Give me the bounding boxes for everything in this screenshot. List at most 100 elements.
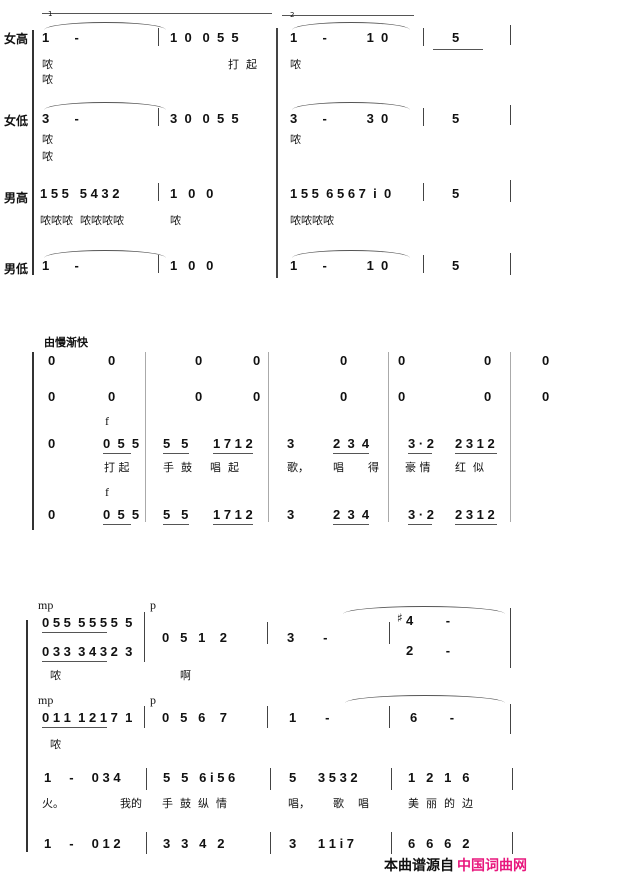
slur-mark xyxy=(345,695,505,704)
notation-text: 1 0 0 xyxy=(170,186,214,201)
notation-text: 3 - 3 0 xyxy=(290,111,389,126)
dynamic-marking: mp xyxy=(38,598,54,612)
notation-text: 1 5 5 6 5 6 7 i 0 xyxy=(290,186,392,201)
notation-text: 0 xyxy=(484,353,492,368)
dynamic-marking: mp xyxy=(38,693,54,707)
notation-text: 6 - xyxy=(410,710,455,725)
lyric-text: 豪 情 xyxy=(405,461,431,474)
barline xyxy=(158,183,159,201)
notation-text: 0 xyxy=(398,353,406,368)
notation-text: 5 5 xyxy=(163,436,189,451)
barline xyxy=(391,768,392,790)
notation-text: 0 xyxy=(195,353,203,368)
barline xyxy=(389,706,390,728)
dynamic-marking: p xyxy=(150,598,156,612)
notation-text: 0 xyxy=(48,389,56,404)
lyric-text: 哝 xyxy=(42,150,53,163)
barline xyxy=(510,25,511,45)
lyric-text: 哝 xyxy=(42,133,53,146)
slur-mark xyxy=(44,102,166,111)
beam-line xyxy=(455,453,497,454)
notation-text: 2 3 1 2 xyxy=(455,436,495,451)
beam-line xyxy=(333,453,369,454)
notation-text: 0 xyxy=(340,389,348,404)
lyric-text: 哝 xyxy=(50,669,61,682)
barline xyxy=(270,832,271,854)
notation-text: 2 3 4 xyxy=(333,507,370,522)
beam-line xyxy=(42,13,272,14)
beam-line xyxy=(408,524,432,525)
beam-line xyxy=(408,453,432,454)
notation-text: 1 - xyxy=(42,258,79,273)
beam-line xyxy=(213,453,253,454)
lyric-text: 得 xyxy=(368,461,379,474)
barline xyxy=(146,768,147,790)
notation-text: 6 6 6 2 xyxy=(408,836,470,851)
notation-text: 0 5 5 xyxy=(103,507,140,522)
notation-text: 0 xyxy=(108,389,116,404)
lyric-text: 打 起 xyxy=(104,461,130,474)
lyric-text: 2 xyxy=(290,11,295,19)
notation-text: 2 - xyxy=(406,643,451,658)
notation-text: 3 xyxy=(287,436,295,451)
barline xyxy=(145,352,146,522)
barline xyxy=(510,180,511,202)
lyric-text: 唱 起 xyxy=(210,461,239,474)
notation-text: 3 xyxy=(287,507,295,522)
source-text: 本曲谱源自 xyxy=(384,858,454,874)
notation-text: 0 xyxy=(253,353,261,368)
notation-text: 0 xyxy=(542,353,550,368)
barline xyxy=(267,622,268,644)
beam-line xyxy=(103,524,131,525)
barline xyxy=(144,612,145,662)
barline xyxy=(510,608,511,668)
notation-text: 3 0 0 5 5 xyxy=(170,111,239,126)
sharp-sign: ♯ xyxy=(397,611,403,625)
part-label-soprano: 女高 xyxy=(4,32,29,46)
notation-text: 1 0 0 xyxy=(170,258,214,273)
beam-line xyxy=(42,661,107,662)
notation-text: 0 xyxy=(195,389,203,404)
notation-text: 0 xyxy=(398,389,406,404)
barline xyxy=(389,622,390,644)
part-label-tenor: 男高 xyxy=(4,191,29,205)
lyric-text: 哝 xyxy=(42,73,53,86)
notation-text: 1 7 1 2 xyxy=(213,436,253,451)
barline xyxy=(510,105,511,125)
barline xyxy=(510,352,511,522)
barline xyxy=(270,768,271,790)
notation-text: 1 - 0 1 2 xyxy=(44,836,121,851)
barline xyxy=(391,832,392,854)
barline xyxy=(267,706,268,728)
notation-text: 0 xyxy=(48,507,56,522)
lyric-text: 唱 xyxy=(333,461,344,474)
notation-text: 0 1 1 1 2 1 7 1 xyxy=(42,710,133,725)
lyric-text: 哝哝哝哝 xyxy=(290,214,334,227)
lyric-text: 歌， xyxy=(287,461,309,474)
barline xyxy=(388,352,389,522)
notation-text: 0 xyxy=(48,353,56,368)
notation-text: 1 - 1 0 xyxy=(290,258,389,273)
lyric-text: 红 似 xyxy=(455,461,484,474)
lyric-text: 手 鼓 xyxy=(163,461,192,474)
lyric-text: 火。 xyxy=(42,797,64,810)
notation-text: 0 5 1 2 xyxy=(162,630,228,645)
notation-text: 1 - xyxy=(289,710,330,725)
barline xyxy=(144,706,145,728)
notation-text: 0 xyxy=(340,353,348,368)
lyric-text: 哝哝哝 哝哝哝哝 xyxy=(40,214,124,227)
beam-line xyxy=(282,15,414,16)
notation-text: 5 5 6 i 5 6 xyxy=(163,770,236,785)
notation-text: 3 3 4 2 xyxy=(163,836,225,851)
notation-text: 2 3 4 xyxy=(333,436,370,451)
dynamic-marking: p xyxy=(150,693,156,707)
lyric-text: 哝 xyxy=(290,58,301,71)
notation-text: 0 5 5 xyxy=(103,436,140,451)
notation-text: 3 - xyxy=(42,111,79,126)
lyric-text: 1 xyxy=(48,10,53,18)
notation-text: 5 3 5 3 2 xyxy=(289,770,358,785)
lyric-text: 手 鼓 纵 情 xyxy=(162,797,227,810)
barline xyxy=(146,832,147,854)
notation-text: 5 xyxy=(452,258,460,273)
beam-line xyxy=(433,49,483,50)
